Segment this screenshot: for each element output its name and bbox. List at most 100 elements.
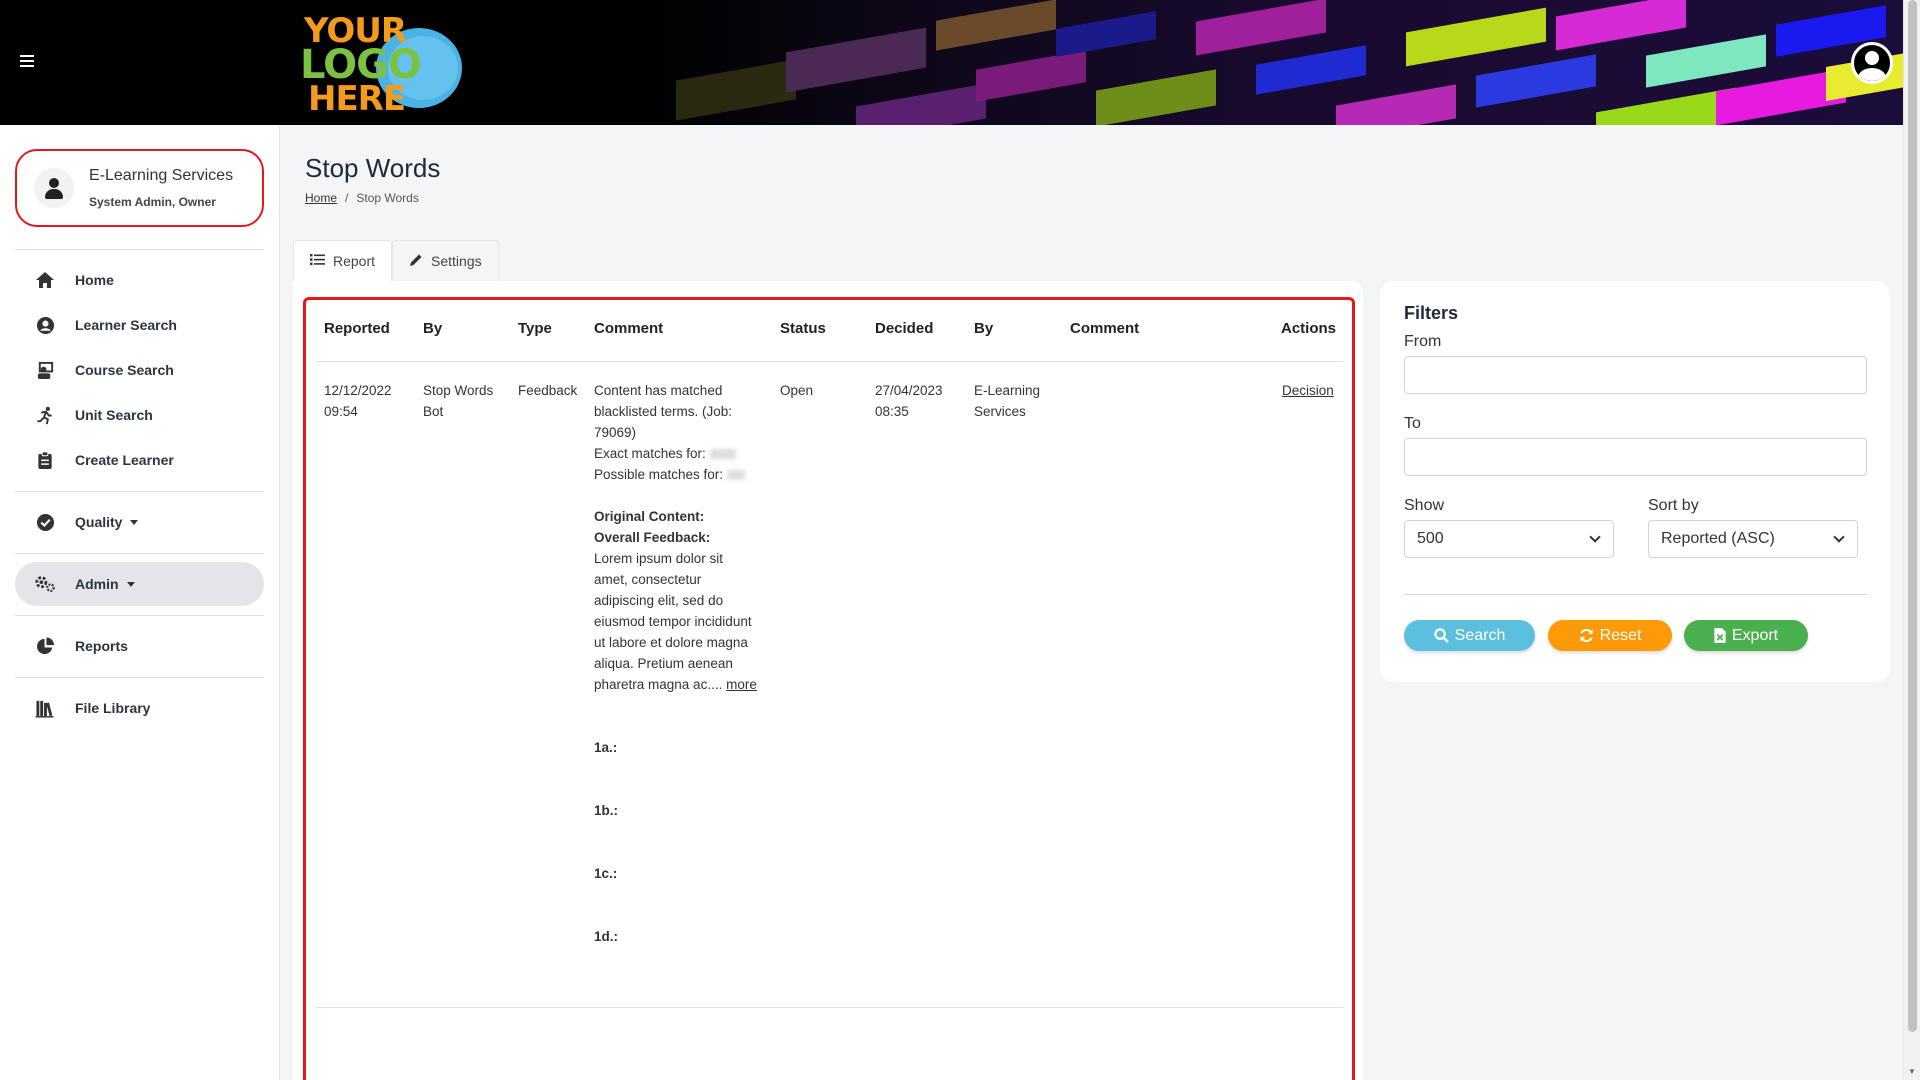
cell-reported-by: Stop Words Bot bbox=[423, 383, 494, 419]
more-link[interactable]: more bbox=[726, 677, 757, 692]
filters-divider bbox=[1404, 594, 1867, 595]
tab-label: Report bbox=[333, 253, 376, 269]
cogs-icon bbox=[34, 573, 56, 595]
sidebar-item-label: Reports bbox=[75, 638, 128, 654]
home-icon bbox=[34, 269, 56, 291]
cell-decided-by: E-Learning Services bbox=[974, 383, 1041, 419]
user-profile-card[interactable]: E-Learning Services System Admin, Owner bbox=[15, 149, 264, 227]
from-label: From bbox=[1404, 333, 1442, 350]
column-header-decided-by[interactable]: By bbox=[974, 320, 993, 337]
column-header-actions: Actions bbox=[1281, 320, 1337, 337]
clipboard-icon bbox=[34, 449, 56, 471]
sidebar-divider bbox=[15, 249, 264, 250]
sidebar: E-Learning Services System Admin, Owner … bbox=[0, 125, 280, 1080]
user-role: System Admin, Owner bbox=[89, 195, 216, 209]
caret-down-icon bbox=[130, 519, 139, 525]
running-person-icon bbox=[34, 404, 56, 426]
header-banner-image bbox=[636, 0, 1903, 125]
export-button-label: Export bbox=[1731, 626, 1779, 644]
sidebar-item-label: Course Search bbox=[75, 362, 174, 378]
pie-chart-icon bbox=[34, 635, 56, 657]
chevron-down-icon bbox=[1833, 531, 1845, 543]
table-row-divider bbox=[316, 1007, 1343, 1008]
filters-panel: Filters From To Show 500 Sort by Reporte… bbox=[1380, 281, 1890, 682]
decision-link[interactable]: Decision bbox=[1282, 380, 1334, 401]
list-icon bbox=[310, 253, 325, 269]
filters-title: Filters bbox=[1404, 303, 1459, 323]
tab-label: Settings bbox=[431, 253, 482, 269]
sidebar-item-reports[interactable]: Reports bbox=[15, 624, 264, 668]
sidebar-item-quality[interactable]: Quality bbox=[15, 500, 264, 544]
column-header-type[interactable]: Type bbox=[518, 320, 552, 337]
breadcrumb-current: Stop Words bbox=[356, 191, 419, 205]
from-date-input[interactable] bbox=[1404, 356, 1867, 394]
check-circle-icon bbox=[34, 511, 56, 533]
cell-type: Feedback bbox=[518, 383, 578, 398]
user-avatar-icon[interactable] bbox=[1851, 42, 1893, 84]
show-select-value: 500 bbox=[1417, 530, 1444, 547]
page-scrollbar[interactable]: ▼ bbox=[1903, 0, 1920, 1080]
chevron-down-icon bbox=[1589, 531, 1601, 543]
reset-button-label: Reset bbox=[1599, 626, 1642, 644]
sidebar-item-label: Create Learner bbox=[75, 452, 174, 468]
search-button-label: Search bbox=[1454, 626, 1506, 644]
sidebar-item-label: Learner Search bbox=[75, 317, 177, 333]
file-excel-icon bbox=[1714, 628, 1726, 643]
sidebar-item-admin[interactable]: Admin bbox=[15, 562, 264, 606]
sidebar-item-unit-search[interactable]: Unit Search bbox=[15, 393, 264, 437]
page-title: Stop Words bbox=[305, 153, 441, 183]
column-header-status[interactable]: Status bbox=[780, 320, 826, 337]
search-icon bbox=[1433, 628, 1449, 643]
sort-label: Sort by bbox=[1648, 497, 1699, 514]
user-name: E-Learning Services bbox=[89, 167, 234, 184]
breadcrumb: Home / Stop Words bbox=[305, 191, 419, 205]
user-circle-icon bbox=[34, 314, 56, 336]
sidebar-item-home[interactable]: Home bbox=[15, 258, 264, 302]
sort-select[interactable]: Reported (ASC) bbox=[1648, 520, 1858, 558]
sidebar-item-label: Unit Search bbox=[75, 407, 153, 423]
export-button[interactable]: Export bbox=[1684, 620, 1808, 651]
table-header-divider bbox=[316, 361, 1343, 362]
sidebar-item-label: Admin bbox=[75, 576, 119, 592]
cell-comment: Content has matched blacklisted terms. (… bbox=[594, 383, 757, 944]
sidebar-divider bbox=[15, 615, 264, 616]
sidebar-item-create-learner[interactable]: Create Learner bbox=[15, 438, 264, 482]
column-header-decided-comment[interactable]: Comment bbox=[1070, 320, 1139, 337]
top-header: YOUR LOGO HERE bbox=[0, 0, 1903, 125]
sidebar-item-label: Quality bbox=[75, 514, 123, 530]
tab-settings[interactable]: Settings bbox=[392, 240, 499, 281]
hamburger-menu-icon[interactable] bbox=[20, 52, 38, 70]
reset-button[interactable]: Reset bbox=[1548, 620, 1672, 651]
cell-decided: 27/04/2023 08:35 bbox=[875, 383, 943, 419]
teacher-icon bbox=[34, 359, 56, 381]
redacted-text bbox=[709, 449, 736, 460]
show-select[interactable]: 500 bbox=[1404, 520, 1614, 558]
cell-status: Open bbox=[780, 383, 814, 398]
sidebar-item-label: File Library bbox=[75, 700, 151, 716]
company-logo[interactable]: YOUR LOGO HERE bbox=[296, 10, 471, 118]
to-date-input[interactable] bbox=[1404, 438, 1867, 476]
sort-select-value: Reported (ASC) bbox=[1661, 530, 1775, 547]
search-button[interactable]: Search bbox=[1404, 620, 1535, 651]
sidebar-divider bbox=[15, 553, 264, 554]
breadcrumb-home-link[interactable]: Home bbox=[305, 191, 337, 205]
sidebar-item-learner-search[interactable]: Learner Search bbox=[15, 303, 264, 347]
column-header-decided[interactable]: Decided bbox=[875, 320, 933, 337]
column-header-reported[interactable]: Reported bbox=[324, 320, 390, 337]
show-label: Show bbox=[1404, 497, 1445, 514]
column-header-comment[interactable]: Comment bbox=[594, 320, 663, 337]
caret-down-icon bbox=[126, 581, 135, 587]
sidebar-item-file-library[interactable]: File Library bbox=[15, 686, 264, 730]
sidebar-divider bbox=[15, 491, 264, 492]
refresh-icon bbox=[1579, 629, 1593, 642]
to-label: To bbox=[1404, 415, 1421, 432]
sidebar-divider bbox=[15, 677, 264, 678]
books-icon bbox=[34, 697, 56, 719]
pencil-icon bbox=[409, 253, 423, 270]
breadcrumb-separator: / bbox=[345, 191, 349, 205]
sidebar-item-course-search[interactable]: Course Search bbox=[15, 348, 264, 392]
tab-report[interactable]: Report bbox=[293, 240, 393, 281]
column-header-by[interactable]: By bbox=[423, 320, 442, 337]
cell-reported: 12/12/2022 09:54 bbox=[324, 383, 392, 419]
sidebar-item-label: Home bbox=[75, 272, 114, 288]
